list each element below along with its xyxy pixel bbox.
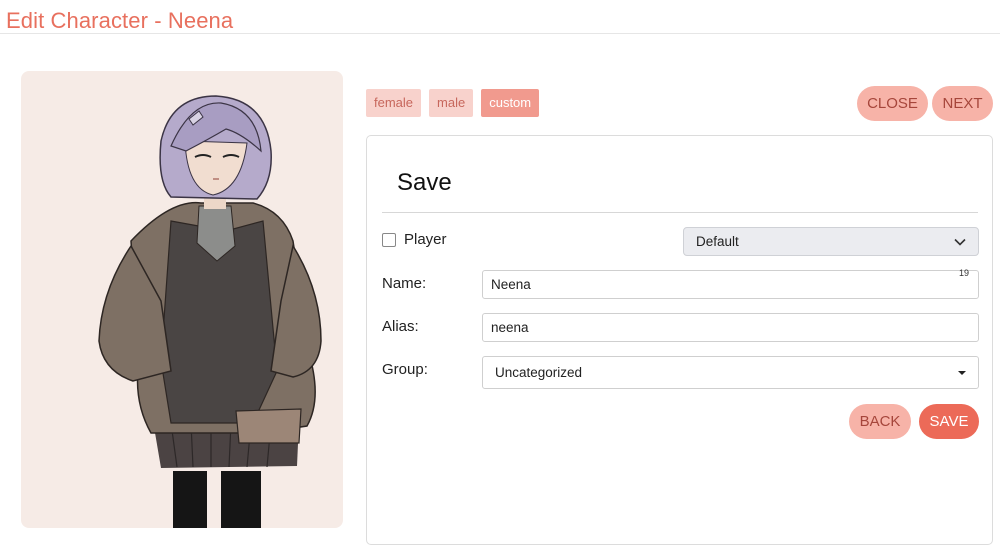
divider xyxy=(382,212,978,213)
tab-custom[interactable]: custom xyxy=(481,89,540,117)
group-select[interactable]: Uncategorized xyxy=(482,356,979,389)
caret-down-icon xyxy=(958,370,966,375)
page-title: Edit Character - Neena xyxy=(6,8,234,33)
alias-value: neena xyxy=(491,320,529,335)
preset-select[interactable]: Default xyxy=(683,227,979,256)
character-portrait xyxy=(21,71,343,528)
character-illustration xyxy=(98,95,322,528)
group-label: Group: xyxy=(382,361,428,378)
back-button[interactable]: BACK xyxy=(849,404,911,439)
name-field[interactable]: Neena 19 xyxy=(482,268,979,299)
preset-select-value: Default xyxy=(696,234,739,249)
save-button[interactable]: SAVE xyxy=(919,404,979,439)
player-option: Player xyxy=(382,231,447,248)
alias-field[interactable]: neena xyxy=(482,313,979,342)
save-card: Save Player Default Name: Neena 19 Alias… xyxy=(366,135,993,545)
form-actions: BACK SAVE xyxy=(849,404,979,439)
name-label: Name: xyxy=(382,275,427,292)
chevron-down-icon xyxy=(954,238,966,246)
next-button[interactable]: NEXT xyxy=(932,86,993,121)
player-label: Player xyxy=(404,231,447,248)
tab-male[interactable]: male xyxy=(429,89,474,117)
gender-tabs: female male custom xyxy=(366,89,540,117)
top-actions: CLOSE NEXT xyxy=(857,86,993,121)
alias-label: Alias: xyxy=(382,318,419,335)
close-button[interactable]: CLOSE xyxy=(857,86,928,121)
tab-female[interactable]: female xyxy=(366,89,422,117)
character-counter: 19 xyxy=(958,268,969,278)
player-checkbox[interactable] xyxy=(382,232,396,247)
name-value: Neena xyxy=(491,277,531,292)
card-title: Save xyxy=(397,169,452,196)
group-value: Uncategorized xyxy=(495,365,583,380)
page-header: Edit Character - Neena xyxy=(0,0,1000,34)
